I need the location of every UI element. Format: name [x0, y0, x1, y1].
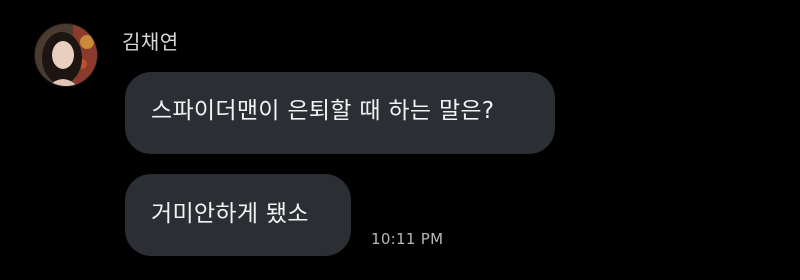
message-text: 스파이더맨이 은퇴할 때 하는 말은? [151, 98, 495, 124]
avatar-photo [35, 24, 97, 86]
message-timestamp: 10:11 PM [371, 230, 444, 248]
sender-name: 김채연 [122, 30, 179, 54]
message-bubble[interactable]: 거미안하게 됐소 [125, 174, 351, 256]
sender-avatar[interactable] [35, 24, 97, 86]
message-text: 거미안하게 됐소 [151, 201, 309, 227]
chat-thread: 김채연 스파이더맨이 은퇴할 때 하는 말은? 거미안하게 됐소 10:11 P… [0, 0, 800, 280]
message-bubble[interactable]: 스파이더맨이 은퇴할 때 하는 말은? [125, 72, 555, 154]
